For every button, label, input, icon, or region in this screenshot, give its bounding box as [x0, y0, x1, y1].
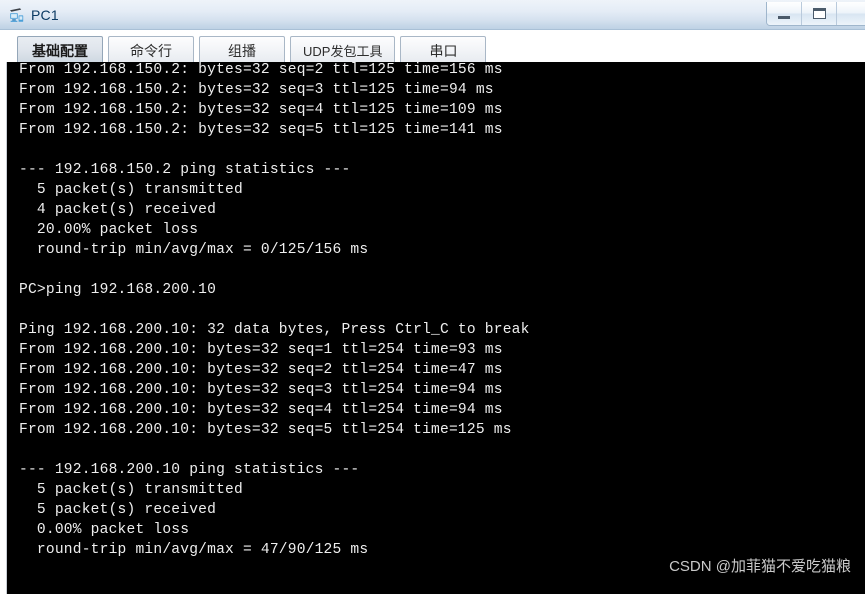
terminal-line-text: round-trip min/avg/max = 0/125/156 ms	[19, 242, 369, 258]
terminal-line-text: 5 packet(s) transmitted	[19, 482, 243, 498]
terminal-line: From 192.168.200.10: bytes=32 seq=1 ttl=…	[19, 340, 865, 360]
terminal-line: From 192.168.150.2: bytes=32 seq=3 ttl=1…	[19, 80, 865, 100]
terminal-line-text: From 192.168.150.2: bytes=32 seq=3 ttl=1…	[19, 82, 494, 98]
terminal-line: From 192.168.150.2: bytes=32 seq=4 ttl=1…	[19, 100, 865, 120]
terminal-line-text: From 192.168.200.10: bytes=32 seq=1 ttl=…	[19, 342, 503, 358]
tab-label: 命令行	[130, 42, 172, 59]
title-bar-left: PC1	[8, 0, 59, 30]
tab-multicast[interactable]: 组播	[199, 36, 285, 65]
tab-label: 串口	[429, 42, 458, 59]
minimize-button[interactable]	[767, 2, 802, 25]
terminal-line-text: From 192.168.200.10: bytes=32 seq=2 ttl=…	[19, 362, 503, 378]
terminal-line: --- 192.168.200.10 ping statistics ---	[19, 460, 865, 480]
terminal-line: 0.00% packet loss	[19, 520, 865, 540]
tab-label: 组播	[228, 42, 256, 59]
terminal-line: From 192.168.200.10: bytes=32 seq=4 ttl=…	[19, 400, 865, 420]
window-title: PC1	[31, 7, 59, 23]
terminal-line-text: From 192.168.150.2: bytes=32 seq=2 ttl=1…	[19, 62, 503, 78]
maximize-button[interactable]	[802, 2, 837, 25]
tab-basic-config[interactable]: 基础配置	[17, 36, 103, 65]
terminal-line-text: --- 192.168.150.2 ping statistics ---	[19, 162, 351, 178]
terminal-line-text: From 192.168.200.10: bytes=32 seq=5 ttl=…	[19, 422, 512, 438]
terminal-line: From 192.168.150.2: bytes=32 seq=2 ttl=1…	[19, 62, 865, 80]
terminal-line: Ping 192.168.200.10: 32 data bytes, Pres…	[19, 320, 865, 340]
terminal-line: 5 packet(s) transmitted	[19, 480, 865, 500]
terminal-line-text: From 192.168.200.10: bytes=32 seq=4 ttl=…	[19, 402, 503, 418]
window-controls	[766, 2, 865, 26]
terminal-line: 4 packet(s) received	[19, 200, 865, 220]
terminal-line-text: Ping 192.168.200.10: 32 data bytes, Pres…	[19, 322, 530, 338]
terminal-line: --- 192.168.150.2 ping statistics ---	[19, 160, 865, 180]
terminal-line: round-trip min/avg/max = 47/90/125 ms	[19, 540, 865, 560]
tab-label: UDP发包工具	[303, 44, 383, 59]
terminal-line-text: PC>ping 192.168.200.10	[19, 282, 217, 298]
tab-label: 基础配置	[32, 42, 88, 59]
title-bar: PC1	[0, 0, 865, 30]
terminal-line-text: 5 packet(s) transmitted	[19, 182, 243, 198]
terminal-line: From 192.168.200.10: bytes=32 seq=5 ttl=…	[19, 420, 865, 440]
terminal-line: 5 packet(s) transmitted	[19, 180, 865, 200]
pc1-window: PC1 基础配置 命令行 组播 UDP发包工具 串口 From 192.168.150.…	[0, 0, 865, 594]
terminal-line: From 192.168.200.10: bytes=32 seq=2 ttl=…	[19, 360, 865, 380]
tab-list: 基础配置 命令行 组播 UDP发包工具 串口	[17, 36, 487, 65]
terminal-line: 5 packet(s) received	[19, 500, 865, 520]
terminal-line-text: 4 packet(s) received	[19, 202, 217, 218]
pc-device-icon	[8, 7, 25, 24]
terminal-line-text: From 192.168.150.2: bytes=32 seq=5 ttl=1…	[19, 122, 503, 138]
terminal-line-text: From 192.168.200.10: bytes=32 seq=3 ttl=…	[19, 382, 503, 398]
terminal-line-text: From 192.168.150.2: bytes=32 seq=4 ttl=1…	[19, 102, 503, 118]
terminal-line: From 192.168.150.2: bytes=32 seq=5 ttl=1…	[19, 120, 865, 140]
tab-serial-port[interactable]: 串口	[400, 36, 487, 65]
close-button[interactable]	[837, 2, 865, 25]
terminal-line: From 192.168.200.10: bytes=32 seq=3 ttl=…	[19, 380, 865, 400]
terminal-line: round-trip min/avg/max = 0/125/156 ms	[19, 240, 865, 260]
terminal-line-text: round-trip min/avg/max = 47/90/125 ms	[19, 542, 369, 558]
terminal-line-text: 5 packet(s) received	[19, 502, 217, 518]
terminal-line-text: 0.00% packet loss	[19, 522, 190, 538]
maximize-icon	[812, 8, 826, 19]
tab-udp-tool[interactable]: UDP发包工具	[290, 36, 396, 65]
terminal-console[interactable]: From 192.168.150.2: bytes=32 seq=2 ttl=1…	[6, 62, 865, 594]
terminal-line: PC>ping 192.168.200.10	[19, 280, 865, 300]
tab-command-line[interactable]: 命令行	[108, 36, 194, 65]
terminal-line-text: 20.00% packet loss	[19, 222, 199, 238]
minimize-icon	[778, 15, 790, 19]
terminal-panel: From 192.168.150.2: bytes=32 seq=2 ttl=1…	[0, 62, 865, 594]
terminal-output: From 192.168.150.2: bytes=32 seq=2 ttl=1…	[19, 62, 865, 594]
terminal-line: 20.00% packet loss	[19, 220, 865, 240]
terminal-line-text: --- 192.168.200.10 ping statistics ---	[19, 462, 360, 478]
